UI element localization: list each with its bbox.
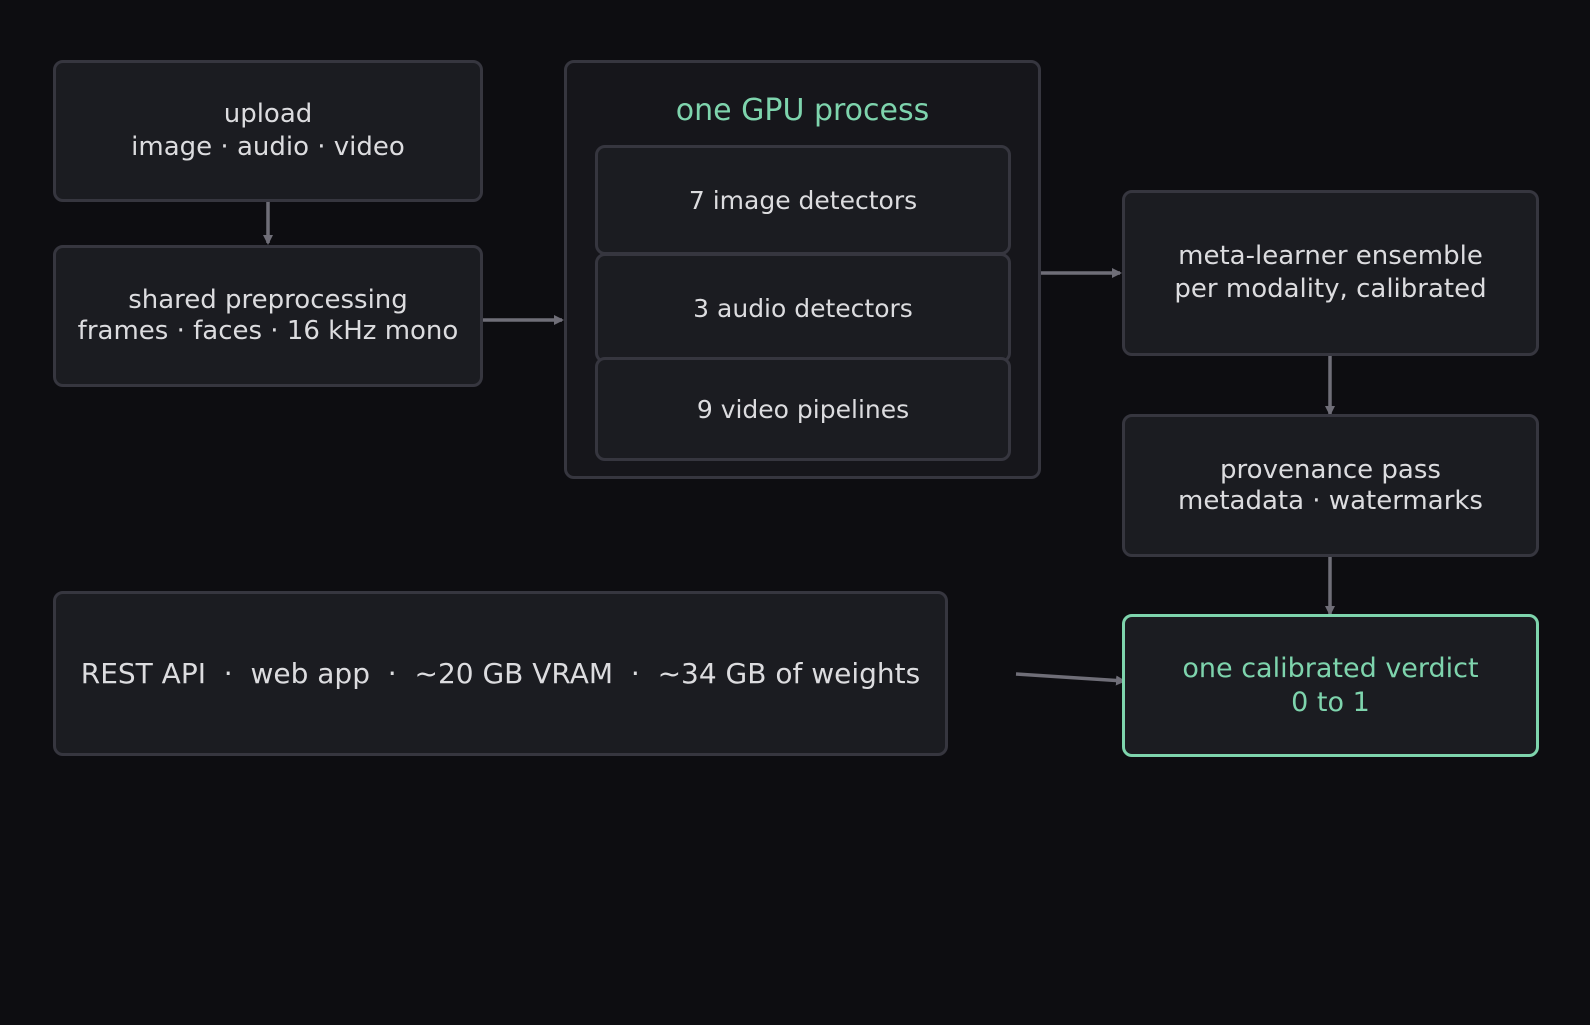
upload-modalities: image · audio · video: [131, 132, 405, 162]
upload-title: upload: [223, 99, 313, 129]
preprocessing-title: shared preprocessing: [128, 285, 408, 315]
detector-label: 9 video pipelines: [696, 394, 910, 424]
verdict-range: 0 to 1: [1291, 686, 1370, 718]
preprocessing-box: shared preprocessing frames · faces · 16…: [53, 245, 483, 387]
provenance-title: provenance pass: [1220, 454, 1441, 485]
deployment-summary: REST API · web app · ~20 GB VRAM · ~34 G…: [80, 657, 921, 690]
meta-learner-details: per modality, calibrated: [1174, 274, 1487, 304]
provenance-details: metadata · watermarks: [1178, 485, 1483, 516]
gpu-process-title: one GPU process: [675, 93, 930, 128]
meta-learner-box: meta-learner ensemble per modality, cali…: [1122, 190, 1539, 356]
verdict-box: one calibrated verdict 0 to 1: [1122, 614, 1539, 757]
detector-group-image: 7 image detectors: [595, 145, 1011, 255]
detector-group-video: 9 video pipelines: [595, 357, 1011, 461]
preprocessing-details: frames · faces · 16 kHz mono: [77, 316, 459, 346]
detector-group-audio: 3 audio detectors: [595, 253, 1011, 363]
provenance-box: provenance pass metadata · watermarks: [1122, 414, 1539, 557]
verdict-title: one calibrated verdict: [1182, 652, 1479, 684]
arrow-deployment-to-verdict: [1015, 672, 1126, 686]
detector-label: 3 audio detectors: [693, 293, 913, 323]
detector-label: 7 image detectors: [688, 185, 918, 215]
pipeline-diagram: upload image · audio · video shared prep…: [0, 0, 1590, 1025]
meta-learner-title: meta-learner ensemble: [1178, 241, 1483, 271]
upload-box: upload image · audio · video: [53, 60, 483, 202]
deployment-box: REST API · web app · ~20 GB VRAM · ~34 G…: [53, 591, 948, 756]
